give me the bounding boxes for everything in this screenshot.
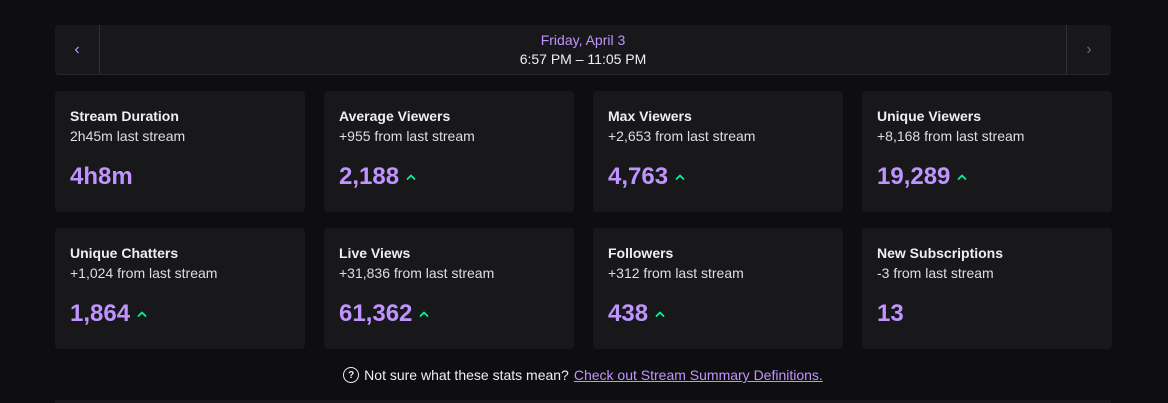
stat-value: 2,188 — [339, 163, 400, 190]
stat-comparison: +31,836 from last stream — [339, 265, 495, 281]
footer-text: Not sure what these stats mean? — [364, 367, 569, 383]
stat-card: Live Views +31,836 from last stream 61,362 — [324, 228, 574, 349]
stat-title: Max Viewers — [608, 108, 692, 124]
next-stream-button[interactable]: › — [1066, 25, 1111, 74]
definitions-link[interactable]: Check out Stream Summary Definitions. — [574, 367, 823, 383]
stat-title: Unique Chatters — [70, 245, 179, 261]
stream-day: Friday, April 3 — [540, 32, 626, 48]
stat-value: 4h8m — [70, 163, 133, 190]
stats-grid: Stream Duration 2h45m last stream 4h8m Aver… — [55, 91, 1112, 349]
stat-comparison: +1,024 from last stream — [70, 265, 218, 281]
stat-value: 19,289 — [877, 163, 951, 190]
date-navigator: ‹ Friday, April 3 6:57 PM – 11:05 PM › — [55, 25, 1111, 75]
stream-summary: ‹ Friday, April 3 6:57 PM – 11:05 PM › S… — [55, 25, 1112, 383]
stat-comparison: +8,168 from last stream — [877, 128, 1025, 144]
stat-title: New Subscriptions — [877, 245, 1004, 261]
definitions-footer: ? Not sure what these stats mean? Check … — [55, 367, 1111, 383]
stat-card: Average Viewers +955 from last stream 2,18… — [324, 91, 574, 212]
stat-value: 13 — [877, 300, 904, 327]
stat-value-row: 2,188 — [339, 163, 417, 191]
stat-value-row: 438 — [608, 300, 666, 328]
stat-value: 61,362 — [339, 300, 413, 327]
stat-comparison: +312 from last stream — [608, 265, 744, 281]
stat-card: Max Viewers +2,653 from last stream 4,763 — [593, 91, 843, 212]
stat-value-row: 19,289 — [877, 163, 968, 191]
stat-comparison: +2,653 from last stream — [608, 128, 756, 144]
stat-title: Average Viewers — [339, 108, 451, 124]
stat-comparison: -3 from last stream — [877, 265, 994, 281]
trend-up-icon — [406, 174, 416, 180]
stat-value-row: 4h8m — [70, 163, 133, 191]
stat-card: Unique Chatters +1,024 from last stream 1,… — [55, 228, 305, 349]
help-circle-icon: ? — [343, 367, 360, 383]
stream-date: Friday, April 3 6:57 PM – 11:05 PM — [100, 25, 1066, 74]
stat-value-row: 13 — [877, 300, 904, 328]
trend-up-icon — [655, 311, 665, 317]
trend-up-icon — [420, 311, 429, 317]
stat-title: Stream Duration — [70, 108, 179, 124]
trend-up-icon — [137, 311, 147, 317]
stat-value-row: 61,362 — [339, 300, 430, 328]
previous-stream-button[interactable]: ‹ — [55, 25, 100, 74]
stat-title: Unique Viewers — [877, 108, 982, 124]
stat-value-row: 4,763 — [608, 163, 686, 191]
stat-comparison: +955 from last stream — [339, 128, 475, 144]
stat-value: 1,864 — [70, 300, 131, 327]
stat-card: New Subscriptions -3 from last stream 13 — [862, 228, 1112, 349]
chevron-right-icon: › — [1086, 40, 1092, 58]
stat-comparison: 2h45m last stream — [70, 128, 186, 144]
stat-title: Live Views — [339, 245, 411, 261]
stream-time-range: 6:57 PM – 11:05 PM — [519, 51, 647, 67]
trend-up-icon — [675, 174, 685, 180]
stat-card: Stream Duration 2h45m last stream 4h8m — [55, 91, 305, 212]
stat-title: Followers — [608, 245, 674, 261]
stat-card: Followers +312 from last stream 438 — [593, 228, 843, 349]
stat-value-row: 1,864 — [70, 300, 148, 328]
stat-value: 4,763 — [608, 163, 669, 190]
stat-value: 438 — [608, 300, 649, 327]
stat-card: Unique Viewers +8,168 from last stream 19,… — [862, 91, 1112, 212]
trend-up-icon — [958, 174, 967, 180]
chevron-left-icon: ‹ — [74, 40, 80, 58]
